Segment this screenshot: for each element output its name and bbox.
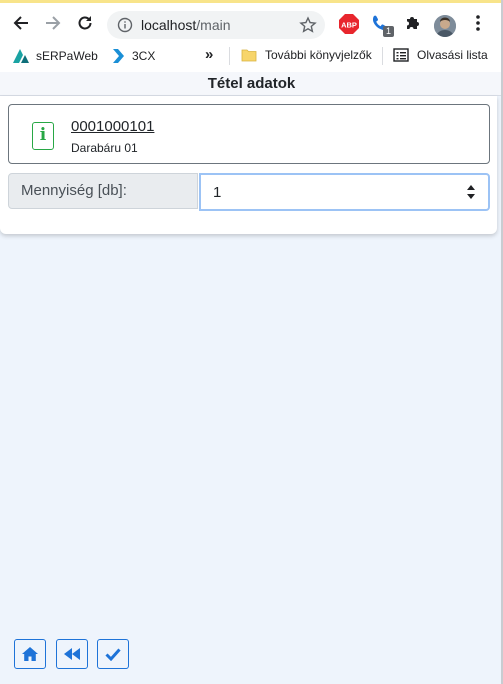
bookmark-label: További könyvjelzők bbox=[265, 48, 372, 62]
bookmark-star-icon[interactable] bbox=[299, 16, 317, 34]
serpaweb-logo-icon bbox=[13, 49, 29, 63]
checkmark-icon bbox=[105, 648, 121, 661]
reading-list-button[interactable]: Olvasási lista bbox=[393, 48, 488, 62]
adblock-plus-icon[interactable]: ABP bbox=[339, 14, 359, 34]
reading-list-icon bbox=[393, 48, 409, 62]
site-info-icon[interactable] bbox=[117, 17, 133, 33]
browser-toolbar: localhost/main ABP 1 bbox=[0, 6, 503, 40]
reload-icon bbox=[78, 16, 92, 30]
bookmark-3cx[interactable]: 3CX bbox=[111, 48, 155, 64]
url-path: /main bbox=[196, 17, 231, 33]
phone-badge: 1 bbox=[383, 26, 394, 37]
quantity-input-group: Mennyiség [db]: bbox=[8, 173, 490, 211]
item-details-card: i 0001000101 Darabáru 01 Mennyiség [db]: bbox=[0, 96, 497, 234]
avatar-image-icon bbox=[434, 15, 456, 37]
abp-label: ABP bbox=[341, 21, 357, 30]
bookmarks-divider bbox=[382, 47, 383, 65]
bookmark-label: 3CX bbox=[132, 49, 156, 63]
url-host: localhost bbox=[141, 17, 197, 33]
bookmark-folder-more[interactable]: További könyvjelzők bbox=[241, 48, 372, 62]
bookmarks-bar: sERPaWeb 3CX » További könyvjelzők Olvas… bbox=[0, 40, 503, 70]
profile-avatar[interactable] bbox=[434, 15, 456, 37]
confirm-button[interactable] bbox=[97, 639, 129, 669]
address-bar[interactable]: localhost/main bbox=[107, 11, 325, 39]
quantity-label: Mennyiség [db]: bbox=[8, 173, 198, 209]
browser-menu-icon[interactable] bbox=[470, 14, 486, 32]
phone-extension[interactable]: 1 bbox=[371, 14, 397, 40]
url-text: localhost/main bbox=[141, 17, 231, 33]
page-title: Tétel adatok bbox=[0, 72, 503, 96]
item-code-link[interactable]: 0001000101 bbox=[71, 118, 154, 135]
3cx-logo-icon bbox=[113, 49, 124, 63]
forward-arrow-icon bbox=[46, 16, 61, 30]
info-icon[interactable]: i bbox=[32, 122, 54, 150]
reload-button[interactable] bbox=[73, 11, 97, 35]
back-rewind-button[interactable] bbox=[56, 639, 88, 669]
quantity-input[interactable] bbox=[199, 173, 490, 211]
bookmarks-divider bbox=[229, 47, 230, 65]
back-button[interactable] bbox=[9, 11, 33, 35]
forward-button[interactable] bbox=[41, 11, 65, 35]
bookmark-serpaweb[interactable]: sERPaWeb bbox=[12, 48, 98, 64]
item-info-box: i 0001000101 Darabáru 01 bbox=[8, 104, 490, 164]
item-name: Darabáru 01 bbox=[71, 141, 138, 155]
home-button[interactable] bbox=[14, 639, 46, 669]
bookmark-label: Olvasási lista bbox=[417, 48, 488, 62]
overflow-chevron-icon: » bbox=[205, 46, 214, 63]
bookmarks-overflow-button[interactable]: » bbox=[205, 46, 213, 63]
home-icon bbox=[22, 647, 38, 661]
browser-chrome: localhost/main ABP 1 sERPaWeb 3CX » Tová… bbox=[0, 0, 503, 75]
back-arrow-icon bbox=[13, 16, 28, 30]
rewind-icon bbox=[64, 648, 80, 660]
extensions-icon[interactable] bbox=[404, 14, 422, 32]
quantity-spinner-icon[interactable] bbox=[466, 183, 476, 201]
folder-icon bbox=[241, 49, 257, 62]
bookmark-label: sERPaWeb bbox=[36, 49, 98, 63]
